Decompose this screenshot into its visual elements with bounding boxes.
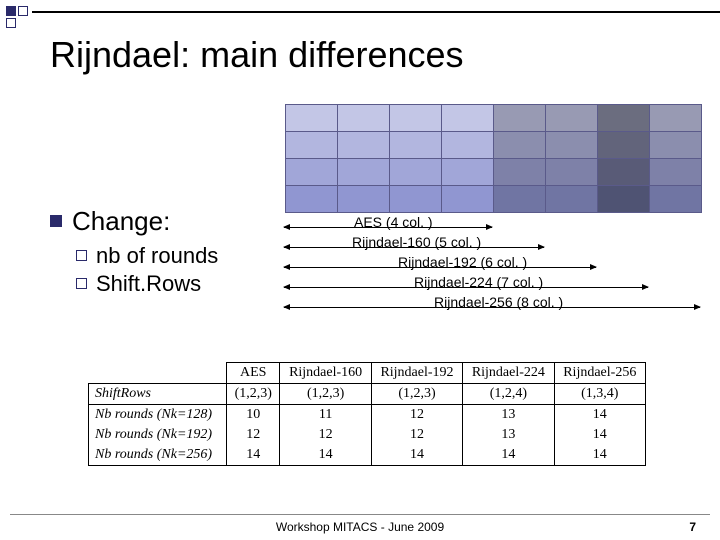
rounds-table: AESRijndael-160Rijndael-192Rijndael-224R… <box>88 362 646 466</box>
subbullet-icon <box>76 278 87 289</box>
slide-title: Rijndael: main differences <box>50 34 464 76</box>
sub-nb-rounds: nb of rounds <box>96 243 218 269</box>
arrow-label: AES (4 col. ) <box>354 214 433 230</box>
arrow-label: Rijndael-192 (6 col. ) <box>398 254 527 270</box>
arrow-label: Rijndael-256 (8 col. ) <box>434 294 563 310</box>
page-number: 7 <box>689 520 696 534</box>
arrow-label: Rijndael-160 (5 col. ) <box>352 234 481 250</box>
sub-shiftrows: Shift.Rows <box>96 271 201 297</box>
state-grid <box>285 104 702 213</box>
bullet-list: Change: nb of rounds Shift.Rows <box>50 206 218 299</box>
bullet-icon <box>50 215 62 227</box>
bullet-change: Change: <box>72 206 170 237</box>
column-width-arrows: AES (4 col. )Rijndael-160 (5 col. )Rijnd… <box>284 218 704 318</box>
arrow-label: Rijndael-224 (7 col. ) <box>414 274 543 290</box>
subbullet-icon <box>76 250 87 261</box>
footer-text: Workshop MITACS - June 2009 <box>0 520 720 534</box>
